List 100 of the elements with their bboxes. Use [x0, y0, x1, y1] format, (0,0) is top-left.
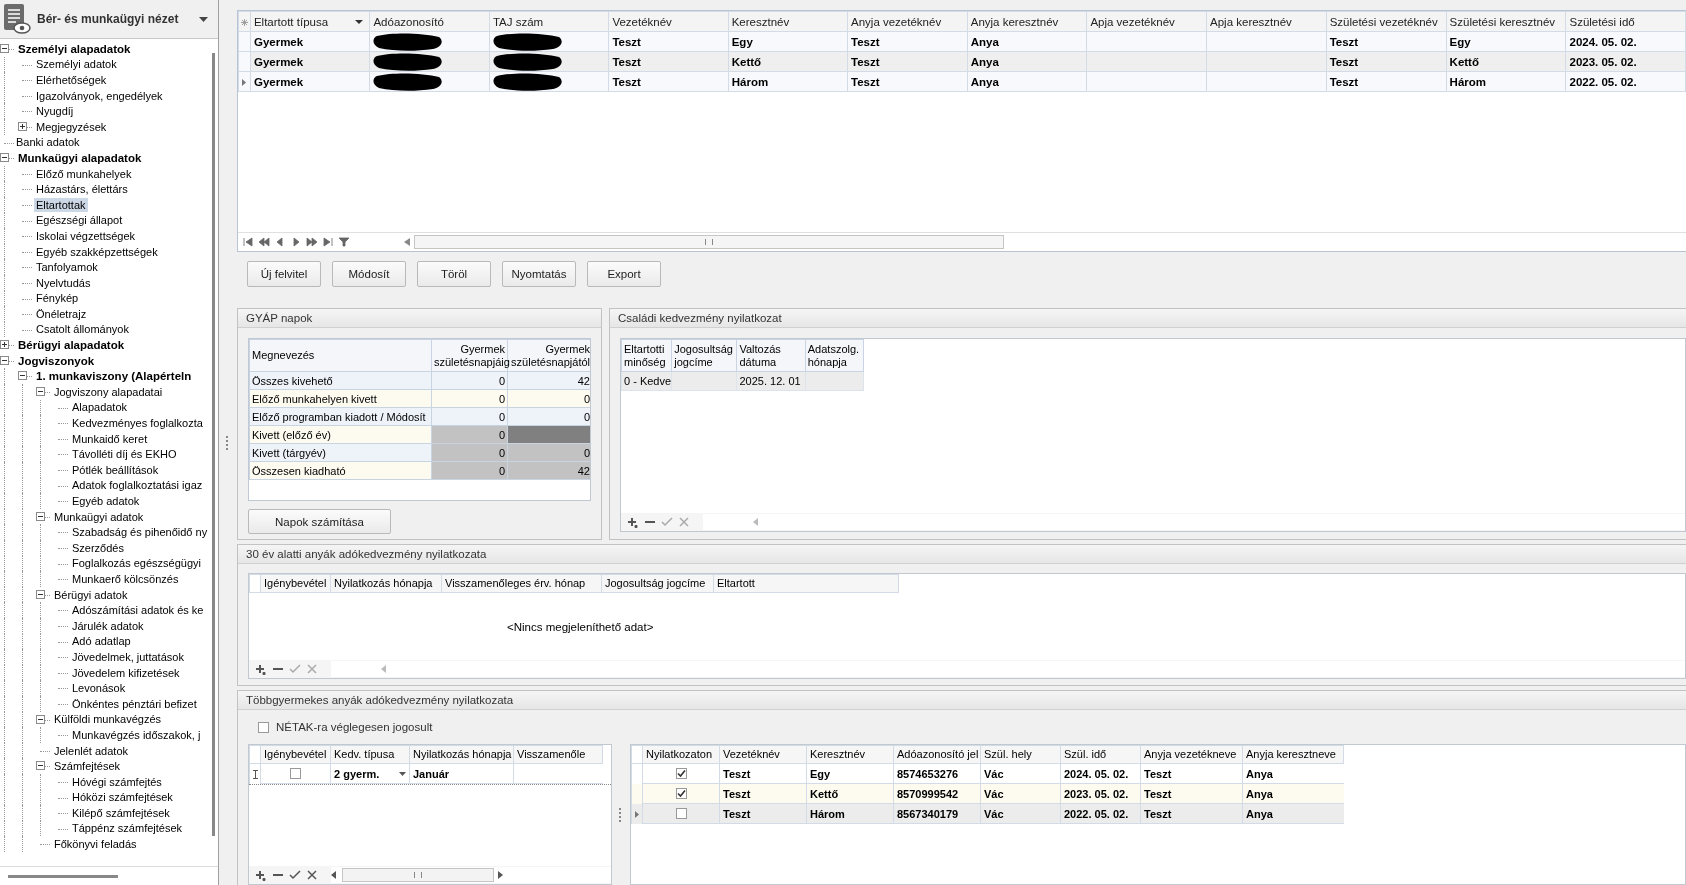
- scroll-left-icon[interactable]: [404, 238, 410, 246]
- next-record-icon[interactable]: [290, 236, 302, 248]
- tree-item[interactable]: Tanfolyamok: [34, 260, 100, 275]
- column-header[interactable]: Nyilatkozaton: [642, 745, 719, 764]
- first-record-icon[interactable]: [242, 236, 254, 248]
- tree-item[interactable]: Nyugdíj: [34, 104, 76, 119]
- checkbox[interactable]: [675, 788, 687, 799]
- collapse-icon[interactable]: [0, 355, 9, 365]
- tree-item[interactable]: Főkönyvi feladás: [52, 837, 139, 852]
- tree-item[interactable]: Önéletrajz: [34, 306, 89, 321]
- row-header[interactable]: [631, 804, 642, 824]
- checkbox[interactable]: [675, 768, 687, 779]
- column-header[interactable]: Szül. idő: [1060, 745, 1140, 764]
- column-header[interactable]: TAJ szám: [489, 11, 609, 32]
- column-header[interactable]: Anyja keresztneve: [1242, 745, 1344, 764]
- type-dropdown[interactable]: 2 gyerm.: [330, 764, 409, 784]
- expand-icon[interactable]: [0, 340, 9, 350]
- column-header[interactable]: Születési keresztnév: [1446, 11, 1566, 32]
- expand-icon[interactable]: [18, 121, 27, 131]
- tree-item[interactable]: Alapadatok: [70, 400, 130, 415]
- column-header[interactable]: Anyja vezetéknév: [847, 11, 968, 32]
- scroll-left-icon[interactable]: [331, 871, 336, 879]
- action-button[interactable]: Nyomtatás: [502, 261, 576, 287]
- column-header[interactable]: Születési vezetéknév: [1326, 11, 1447, 32]
- column-header[interactable]: Adatszolg. hónapja: [805, 339, 864, 372]
- tree-item[interactable]: Táppénz számfejtések: [70, 821, 185, 836]
- tree-item[interactable]: Távolléti díj és EKHO: [70, 447, 179, 462]
- action-button[interactable]: Módosít: [332, 261, 406, 287]
- collapse-icon[interactable]: [36, 387, 45, 397]
- tree-item[interactable]: Szabadság és pihenőidő ny: [70, 525, 210, 540]
- column-header[interactable]: Szül. hely: [980, 745, 1060, 764]
- collapse-icon[interactable]: [36, 714, 45, 724]
- column-header[interactable]: Keresztnév: [806, 745, 893, 764]
- tree-item[interactable]: Személyi adatok: [34, 57, 119, 72]
- column-header[interactable]: Megnevezés: [249, 339, 432, 372]
- cancel-icon[interactable]: [306, 869, 318, 881]
- previous-record-icon[interactable]: [274, 236, 286, 248]
- checkbox[interactable]: [675, 808, 687, 819]
- checkbox[interactable]: [290, 768, 301, 779]
- row-header[interactable]: [249, 764, 260, 784]
- column-header[interactable]: Születési idő: [1566, 11, 1686, 32]
- check-icon[interactable]: [289, 869, 301, 881]
- checkbox[interactable]: [258, 721, 269, 733]
- tree-item[interactable]: 1. munkaviszony (Alapérteln: [34, 369, 194, 384]
- column-header[interactable]: Apja keresztnév: [1206, 11, 1327, 32]
- column-header[interactable]: Vezetéknév: [719, 745, 806, 764]
- calculate-button[interactable]: Napok számítása: [248, 509, 391, 534]
- collapse-icon[interactable]: [36, 511, 45, 521]
- tree-item[interactable]: Számfejtések: [52, 759, 123, 774]
- column-header[interactable]: Anyja vezetékneve: [1140, 745, 1242, 764]
- column-header[interactable]: Jogosultság jogcíme: [601, 574, 713, 593]
- filter-icon[interactable]: [338, 236, 350, 248]
- previous-page-icon[interactable]: [258, 236, 270, 248]
- check-icon[interactable]: [661, 516, 673, 528]
- tree-item[interactable]: Házastárs, élettárs: [34, 182, 130, 197]
- action-button[interactable]: Export: [587, 261, 661, 287]
- column-header[interactable]: Gyermek születésnapjáig: [431, 339, 508, 372]
- tree-item[interactable]: Kedvezményes foglalkozta: [70, 416, 205, 431]
- check-icon[interactable]: [289, 663, 301, 675]
- column-header[interactable]: Eltartotti minőség: [621, 339, 672, 372]
- tree-item[interactable]: Adatok foglalkoztatási igaz: [70, 478, 205, 493]
- scroll-right-icon[interactable]: [498, 871, 503, 879]
- tree-item[interactable]: Eltartottak: [34, 197, 88, 212]
- collapse-icon[interactable]: [0, 44, 9, 53]
- view-header[interactable]: Bér- és munkaügyi nézet: [0, 0, 218, 39]
- last-record-icon[interactable]: [322, 236, 334, 248]
- column-header[interactable]: Apja vezetéknév: [1086, 11, 1207, 32]
- column-header[interactable]: Eltartott típusa: [250, 11, 370, 32]
- splitter-grip[interactable]: [619, 807, 623, 822]
- column-header[interactable]: Nyilatkozás hónapja: [330, 574, 441, 593]
- column-header[interactable]: Adóazonosító jel: [893, 745, 980, 764]
- collapse-icon[interactable]: [36, 761, 45, 771]
- horizontal-scrollbar[interactable]: [331, 867, 611, 883]
- add-icon[interactable]: [627, 516, 639, 528]
- add-icon[interactable]: [255, 663, 267, 675]
- scrollbar-thumb[interactable]: [212, 53, 216, 836]
- row-header[interactable]: [238, 71, 251, 92]
- column-header[interactable]: Anyja keresztnév: [967, 11, 1087, 32]
- column-header[interactable]: Igénybevétel: [260, 574, 330, 593]
- tree-item[interactable]: Fénykép: [34, 291, 81, 306]
- collapse-icon[interactable]: [18, 371, 27, 381]
- dropdown-arrow-icon[interactable]: [399, 771, 406, 776]
- column-header[interactable]: Valtozás dátuma: [736, 339, 806, 372]
- column-header[interactable]: Visszamenőle: [513, 745, 603, 764]
- tree-item[interactable]: Hóközi számfejtések: [70, 790, 175, 805]
- action-button[interactable]: Új felvitel: [247, 261, 321, 287]
- column-header[interactable]: Nyilatkozás hónapja: [409, 745, 513, 764]
- collapse-icon[interactable]: [36, 589, 45, 599]
- tree-item[interactable]: Munkaerő kölcsönzés: [70, 572, 181, 586]
- collapse-icon[interactable]: [0, 153, 9, 163]
- tree-item[interactable]: Önkéntes pénztári befizet: [70, 696, 199, 711]
- tree-item[interactable]: Csatolt állományok: [34, 322, 131, 337]
- column-header[interactable]: Vezetéknév: [608, 11, 729, 32]
- tree-item[interactable]: Külföldi munkavégzés: [52, 712, 163, 727]
- add-icon[interactable]: [255, 869, 267, 881]
- column-header[interactable]: Adóazonosító: [369, 11, 490, 32]
- splitter-grip[interactable]: [226, 435, 230, 450]
- tree-item[interactable]: Adó adatlap: [70, 634, 133, 649]
- tree-item[interactable]: Bérügyi alapadatok: [16, 338, 127, 353]
- column-header[interactable]: Kedv. típusa: [330, 745, 409, 764]
